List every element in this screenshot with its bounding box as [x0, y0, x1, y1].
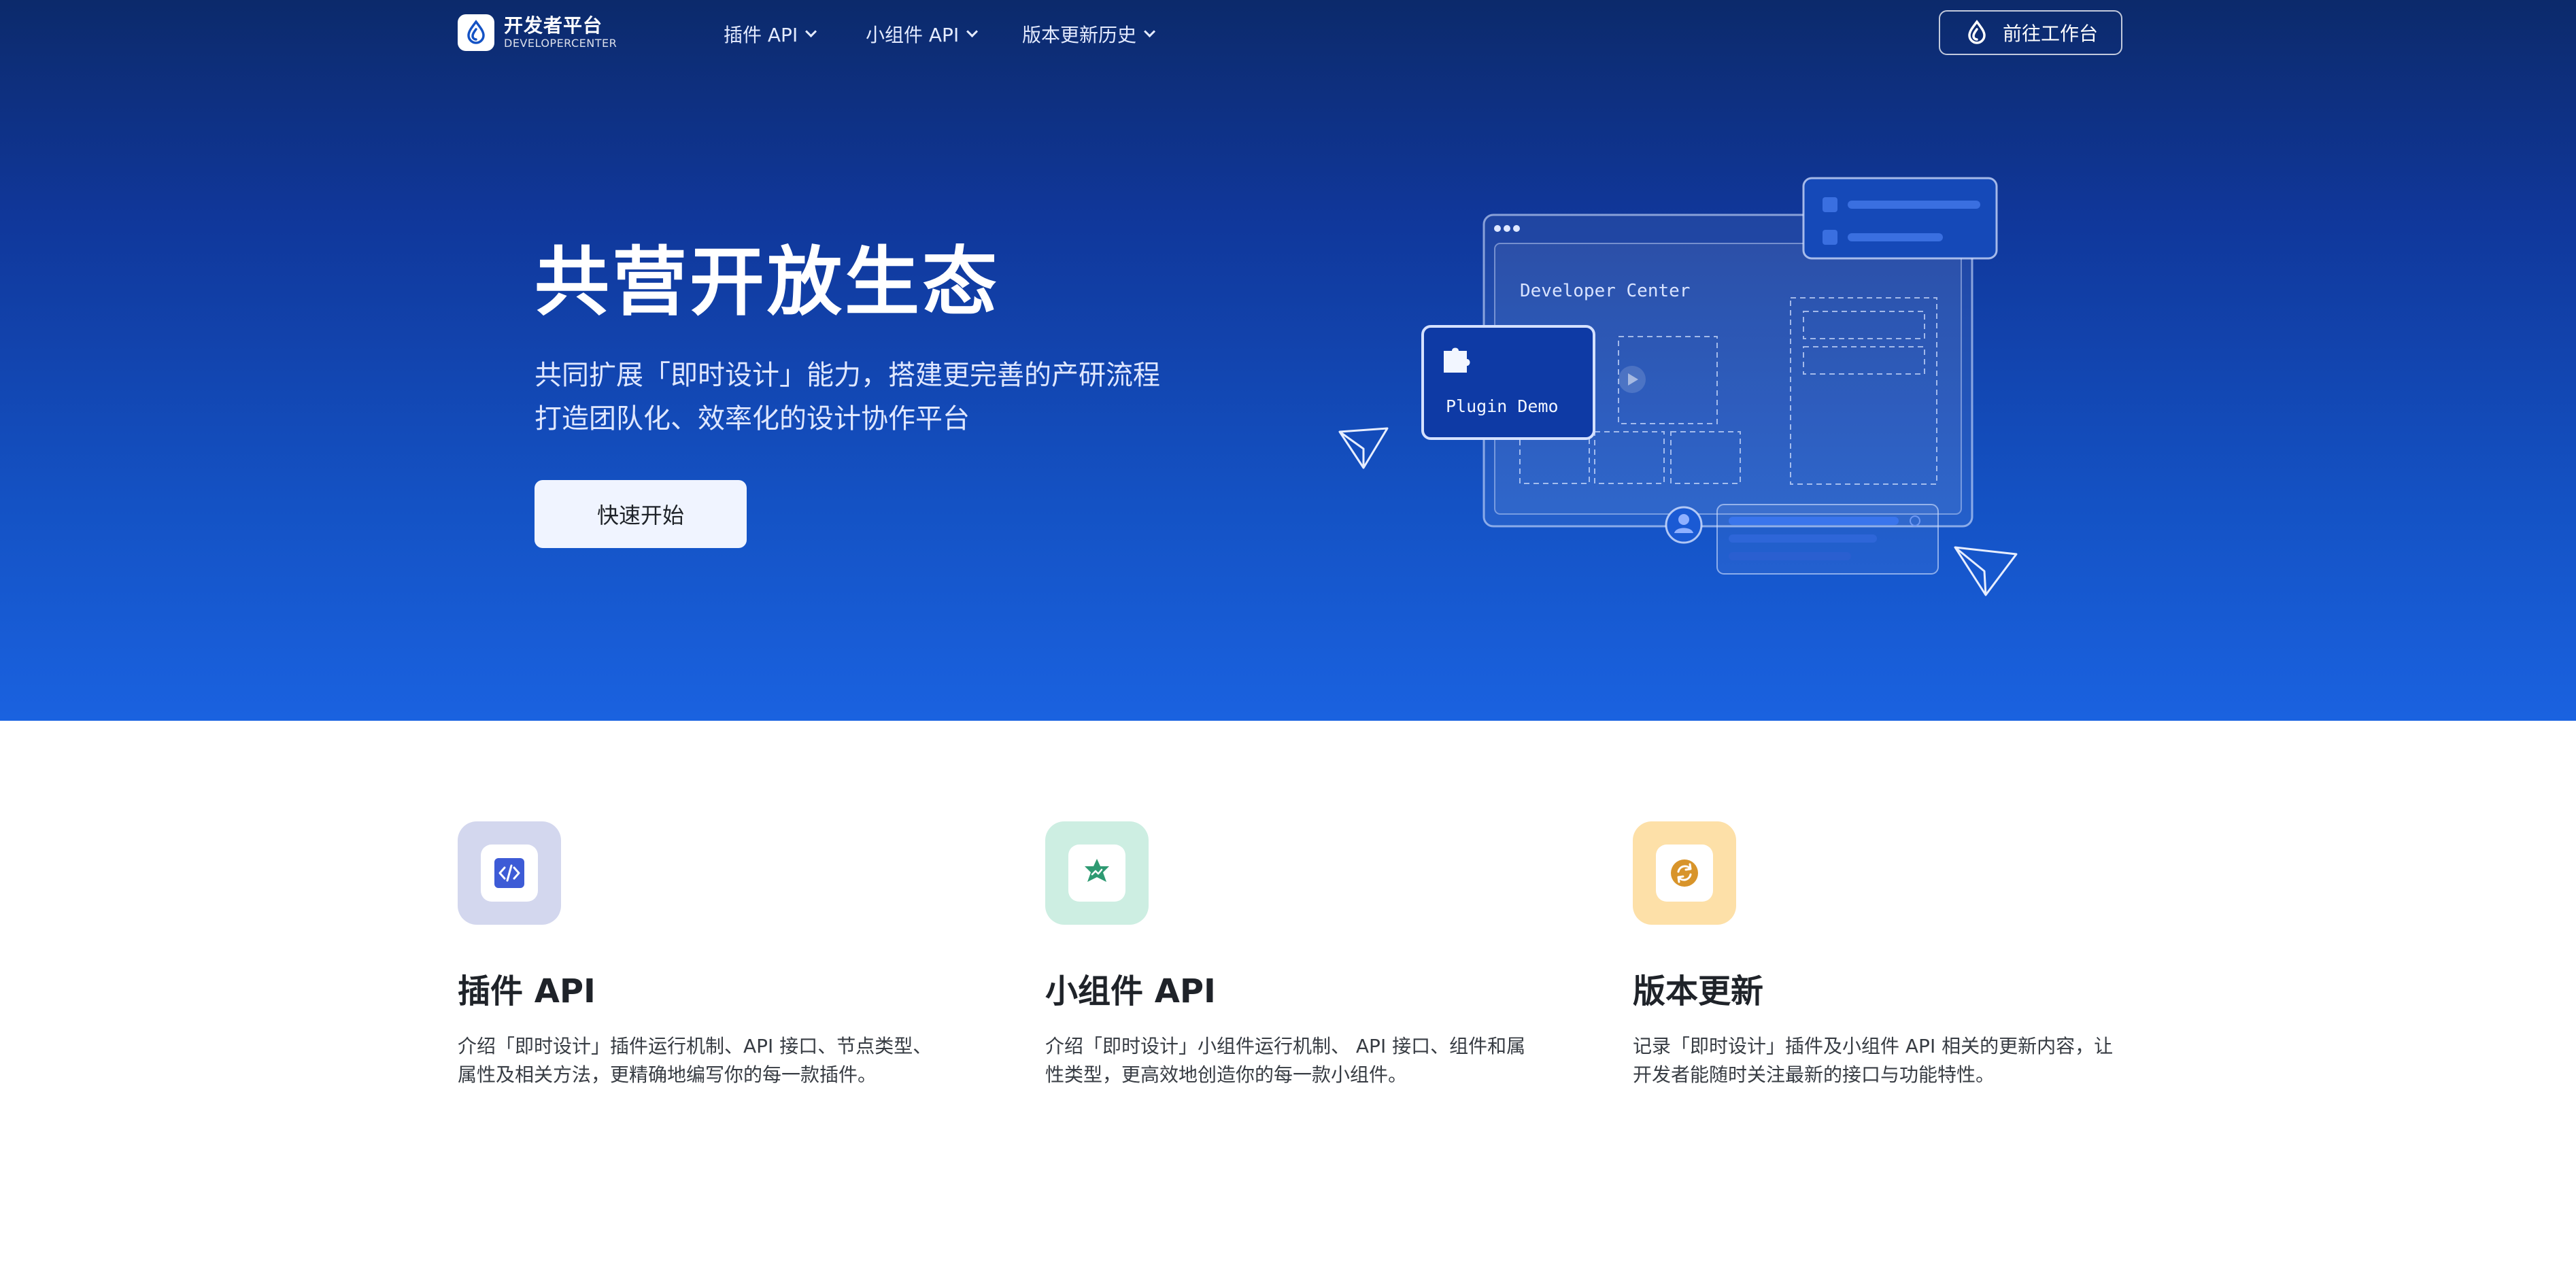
window-dot — [1494, 225, 1501, 232]
paper-plane-icon — [1954, 546, 2018, 596]
hero-subtitle-line: 打造团队化、效率化的设计协作平台 — [535, 403, 970, 434]
nav-item-label: 版本更新历史 — [1022, 24, 1137, 46]
feature-widget-api[interactable]: 小组件 API 介绍「即时设计」小组件运行机制、 API 接口、组件和属性类型，… — [1045, 821, 1562, 1089]
feature-description: 介绍「即时设计」插件运行机制、API 接口、节点类型、属性及相关方法，更精确地编… — [458, 1035, 932, 1086]
window-title: Developer Center — [1520, 281, 1690, 301]
droplet-logo-icon — [458, 14, 494, 51]
brand-title: 开发者平台 — [504, 14, 603, 37]
brand-subtitle: DEVELOPERCENTER — [504, 37, 617, 50]
feature-plugin-api[interactable]: 插件 API 介绍「即时设计」插件运行机制、API 接口、节点类型、属性及相关方… — [458, 821, 975, 1089]
avatar-icon — [1665, 506, 1703, 544]
feature-description: 记录「即时设计」插件及小组件 API 相关的更新内容，让开发者能随时关注最新的接… — [1633, 1035, 2114, 1086]
feature-icon-tile — [458, 821, 561, 925]
nav-item-label: 小组件 API — [866, 24, 960, 46]
chevron-down-icon — [966, 25, 979, 37]
chevron-down-icon — [1144, 25, 1156, 37]
hero-subtitle-line: 共同扩展「即时设计」能力，搭建更完善的产研流程 — [535, 360, 1160, 391]
code-icon — [494, 858, 524, 888]
refresh-icon — [1671, 859, 1698, 887]
chevron-down-icon — [805, 25, 817, 37]
quick-start-button[interactable]: 快速开始 — [535, 480, 747, 548]
brand-logo[interactable]: 开发者平台 DEVELOPERCENTER — [458, 12, 617, 53]
window-dot — [1513, 225, 1520, 232]
plugin-card-label: Plugin Demo — [1446, 396, 1559, 416]
star-badge-icon — [1085, 859, 1109, 882]
feature-description: 介绍「即时设计」小组件运行机制、 API 接口、组件和属性类型，更高效地创造你的… — [1045, 1035, 1526, 1086]
nav-item-label: 插件 API — [724, 24, 798, 46]
plugin-demo-card: Plugin Demo — [1421, 325, 1595, 440]
workspace-button-label: 前往工作台 — [2002, 22, 2098, 45]
feature-icon-tile — [1045, 821, 1149, 925]
window-dot — [1504, 225, 1510, 232]
go-to-workspace-button[interactable]: 前往工作台 — [1939, 10, 2122, 55]
hero-section: 开发者平台 DEVELOPERCENTER 插件 API 小组件 API 版本更… — [0, 0, 2576, 721]
hero-title: 共营开放生态 — [535, 239, 1000, 326]
feature-title: 版本更新 — [1633, 972, 1764, 1010]
floating-list-card — [1802, 177, 1998, 260]
nav-changelog[interactable]: 版本更新历史 — [1022, 20, 1156, 48]
feature-title: 小组件 API — [1045, 972, 1216, 1010]
paper-plane-icon — [1338, 427, 1389, 469]
nav-plugin-api[interactable]: 插件 API — [724, 20, 817, 48]
top-nav: 开发者平台 DEVELOPERCENTER 插件 API 小组件 API 版本更… — [0, 0, 2576, 68]
feature-icon-tile — [1633, 821, 1736, 925]
feature-title: 插件 API — [458, 972, 596, 1010]
floating-progress-card — [1716, 504, 1939, 575]
nav-widget-api[interactable]: 小组件 API — [866, 20, 979, 48]
puzzle-icon — [1444, 347, 1470, 373]
feature-changelog[interactable]: 版本更新 记录「即时设计」插件及小组件 API 相关的更新内容，让开发者能随时关… — [1633, 821, 2150, 1089]
hero-illustration: Developer Center Plugin Demo — [1338, 177, 2018, 596]
droplet-logo-icon — [1968, 20, 1986, 44]
hero-subtitle: 共同扩展「即时设计」能力，搭建更完善的产研流程 打造团队化、效率化的设计协作平台 — [535, 354, 1160, 441]
